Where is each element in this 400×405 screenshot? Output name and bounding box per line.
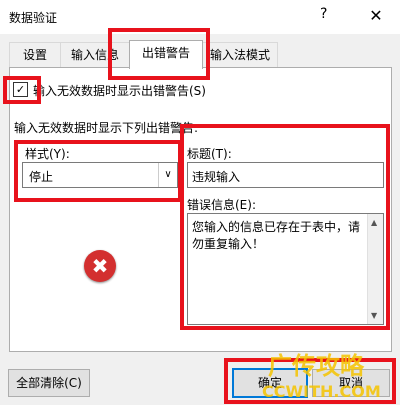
help-button[interactable]: ? [320,6,327,22]
section-label: 输入无效数据时显示下列出错警告: [14,121,199,135]
style-label: 样式(Y): [25,147,70,161]
ok-button[interactable]: 确定 [232,368,308,398]
tab-ime-mode[interactable]: 输入法模式 [202,42,278,67]
error-icon: ✖ [84,250,116,282]
chevron-down-icon[interactable]: ∨ [158,163,177,187]
style-select[interactable]: 停止 ∨ [22,162,178,188]
data-validation-dialog: 数据验证 ? ✕ 设置 输入信息 出错警告 输入法模式 ✓ 输入无效数据时显示出… [0,0,400,405]
scroll-down-icon[interactable]: ▼ [371,311,377,320]
error-message-value: 您输入的信息已存在于表中，请勿重复输入！ [192,220,361,251]
title-label: 标题(T): [187,147,232,161]
error-message-textarea[interactable]: 您输入的信息已存在于表中，请勿重复输入！ ▲ ▼ [187,213,384,325]
title-bar: 数据验证 ? ✕ [0,0,400,34]
tab-error-alert[interactable]: 出错警告 [129,40,203,69]
dialog-title: 数据验证 [9,11,58,25]
clear-all-button[interactable]: 全部清除(C) [8,369,90,397]
show-error-alert-label[interactable]: 输入无效数据时显示出错警告(S) [33,82,206,99]
tab-settings[interactable]: 设置 [9,42,61,67]
error-message-label: 错误信息(E): [187,198,256,212]
show-error-alert-checkbox[interactable]: ✓ [13,82,28,97]
title-input-value: 违规输入 [192,170,241,184]
scroll-up-icon[interactable]: ▲ [371,218,377,227]
message-scrollbar[interactable]: ▲ ▼ [367,214,383,324]
style-select-value: 停止 [29,170,54,184]
title-input[interactable]: 违规输入 [187,162,384,188]
tab-input-message[interactable]: 输入信息 [60,42,130,67]
close-button[interactable]: ✕ [358,2,394,30]
cancel-button[interactable]: 取消 [312,369,390,397]
